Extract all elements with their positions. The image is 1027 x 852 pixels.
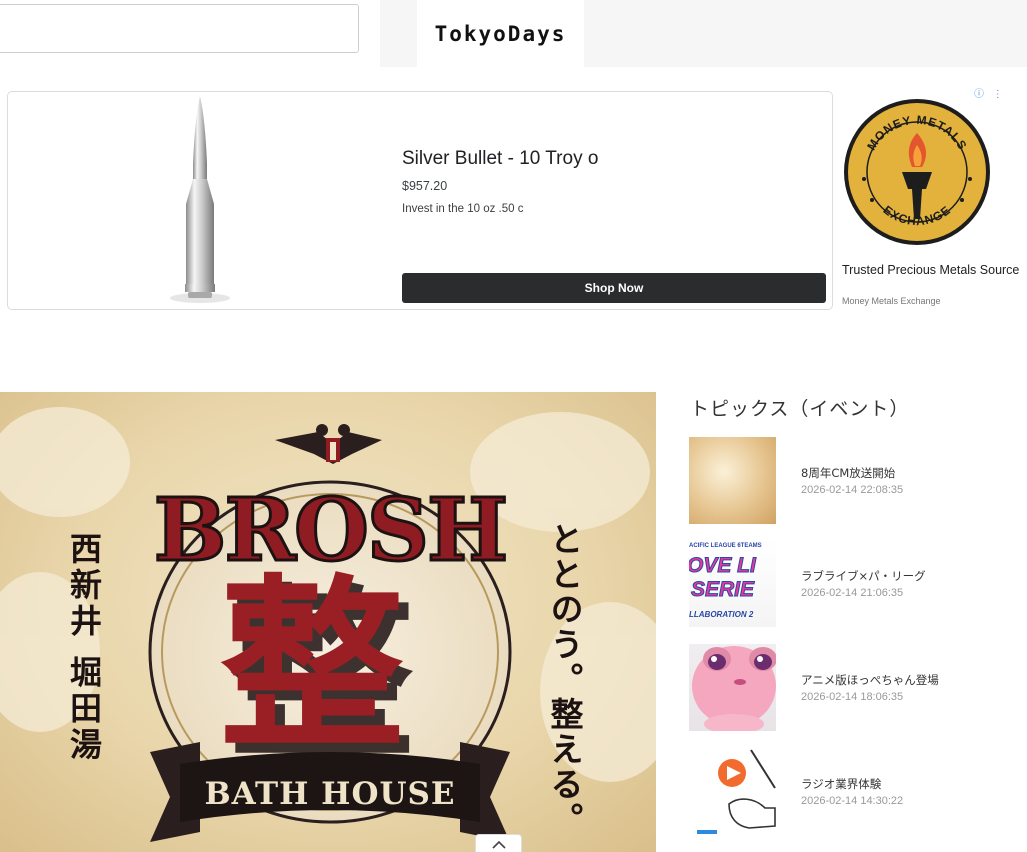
kanji-main: 整 xyxy=(220,558,405,774)
thumb-text-bottom: LLABORATION 2 xyxy=(689,610,754,619)
ad-description: Invest in the 10 oz .50 c xyxy=(402,203,524,215)
ad-card[interactable]: Silver Bullet - 10 Troy o $957.20 Invest… xyxy=(7,91,833,310)
topic-title[interactable]: ラブライブ×パ・リーグ xyxy=(801,568,926,584)
topic-date: 2026-02-14 22:08:35 xyxy=(801,484,904,496)
bath-house-banner: BATH HOUSE xyxy=(204,776,455,812)
ad-price: $957.20 xyxy=(402,179,448,193)
site-logo[interactable]: TokyoDays xyxy=(417,0,584,67)
thumb-text-top: ACIFIC LEAGUE 6TEAMS xyxy=(689,543,762,549)
thumb-text-mid: OVE LI xyxy=(689,554,756,578)
shop-now-button[interactable]: Shop Now xyxy=(402,273,826,303)
topic-date: 2026-02-14 21:06:35 xyxy=(801,587,904,599)
logo-text: TokyoDays xyxy=(434,21,567,46)
bath-house-hero-image[interactable]: BROSH 整 整 BATH HOUSE 西新井 堀田湯 ととのう。整える。 xyxy=(0,392,656,852)
chevron-up-icon xyxy=(491,838,506,852)
money-metals-logo[interactable]: MONEY METALS EXCHANGE xyxy=(842,97,992,247)
topic-title[interactable]: 8周年CM放送開始 xyxy=(801,465,895,481)
topic-item[interactable]: 8周年CM放送開始 2026-02-14 22:08:35 xyxy=(689,437,1009,525)
topic-title[interactable]: ラジオ業界体験 xyxy=(801,776,881,792)
topic-date: 2026-02-14 18:06:35 xyxy=(801,691,904,703)
advertiser-headline[interactable]: Trusted Precious Metals Source xyxy=(842,262,1022,279)
thumb-text-mid2: SERIE xyxy=(690,578,755,602)
topic-item[interactable]: ACIFIC LEAGUE 6TEAMS OVE LI SERIE LLABOR… xyxy=(689,540,1009,628)
topic-thumbnail[interactable] xyxy=(689,748,776,835)
silver-bullet-image[interactable] xyxy=(158,94,258,306)
right-vertical-text: ととのう。整える。 xyxy=(545,522,584,837)
topic-item[interactable]: アニメ版ほっぺちゃん登場 2026-02-14 18:06:35 xyxy=(689,644,1009,732)
topic-thumbnail[interactable]: ACIFIC LEAGUE 6TEAMS OVE LI SERIE LLABOR… xyxy=(689,540,776,627)
topic-title[interactable]: アニメ版ほっぺちゃん登場 xyxy=(801,672,939,688)
topic-thumbnail[interactable] xyxy=(689,644,776,731)
topic-item[interactable]: ラジオ業界体験 2026-02-14 14:30:22 xyxy=(689,748,1009,836)
advertiser-panel[interactable]: ⓘ ⋮ MONEY METALS EXCHANGE Trusted Precio… xyxy=(838,82,1027,312)
topic-date: 2026-02-14 14:30:22 xyxy=(801,795,904,807)
scroll-to-top-button[interactable] xyxy=(475,834,522,852)
owl-icon xyxy=(275,424,382,464)
topic-thumbnail[interactable] xyxy=(689,437,776,524)
advertiser-name: Money Metals Exchange xyxy=(842,296,941,306)
search-input[interactable] xyxy=(0,4,359,53)
left-vertical-text: 西新井 堀田湯 xyxy=(65,532,103,764)
ad-product-title[interactable]: Silver Bullet - 10 Troy o xyxy=(402,148,598,170)
topics-heading: トピックス（イベント） xyxy=(690,398,910,420)
